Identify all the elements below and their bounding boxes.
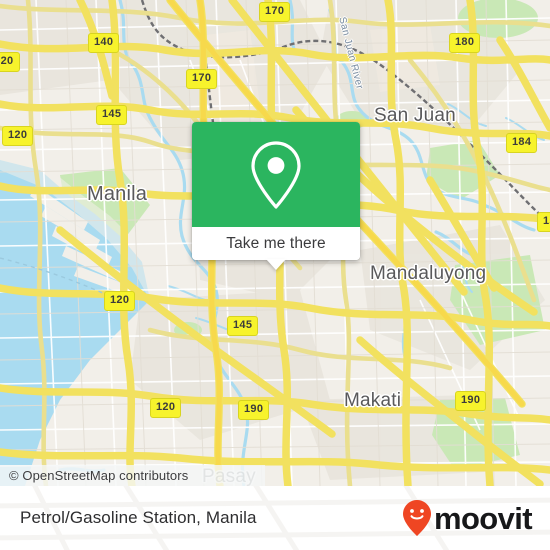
page-title: Petrol/Gasoline Station, Manila: [20, 508, 257, 527]
footer-bar: Petrol/Gasoline Station, Manila moovit: [0, 486, 550, 550]
route-shield: 180: [449, 33, 481, 53]
route-shield: 190: [238, 400, 270, 420]
moovit-smiley-pin-icon: [402, 500, 431, 536]
route-shield: 120: [2, 126, 34, 146]
callout-pointer-tail: [266, 259, 286, 270]
map-screenshot: 20 140 170 170 180 145 184 120 155 120 145 120 190 19…: [0, 0, 550, 550]
route-shield: 184: [506, 133, 538, 153]
route-shield: 140: [88, 33, 120, 53]
route-shield: 190: [455, 391, 487, 411]
route-shield: 170: [186, 69, 218, 89]
callout-action-bar[interactable]: Take me there: [192, 227, 360, 270]
moovit-wordmark: moovit: [433, 500, 533, 536]
moovit-logo[interactable]: moovit: [402, 499, 533, 537]
map-pin-icon: [251, 140, 301, 209]
route-shield: 120: [104, 291, 136, 311]
route-shield: 155: [537, 212, 550, 232]
callout-marker-area: [192, 122, 360, 227]
route-shield: 170: [259, 2, 291, 22]
route-shield: 145: [96, 105, 128, 125]
route-shield: 20: [0, 52, 20, 72]
location-callout-card[interactable]: Take me there: [192, 122, 360, 270]
route-shield: 145: [227, 316, 259, 336]
take-me-there-label: Take me there: [226, 234, 326, 252]
route-shield: 120: [150, 398, 182, 418]
map-canvas[interactable]: 20 140 170 170 180 145 184 120 155 120 145 120 190 19…: [0, 0, 550, 486]
attribution-text: © OpenStreetMap contributors: [9, 468, 189, 483]
map-attribution-bar[interactable]: © OpenStreetMap contributors: [0, 465, 265, 486]
